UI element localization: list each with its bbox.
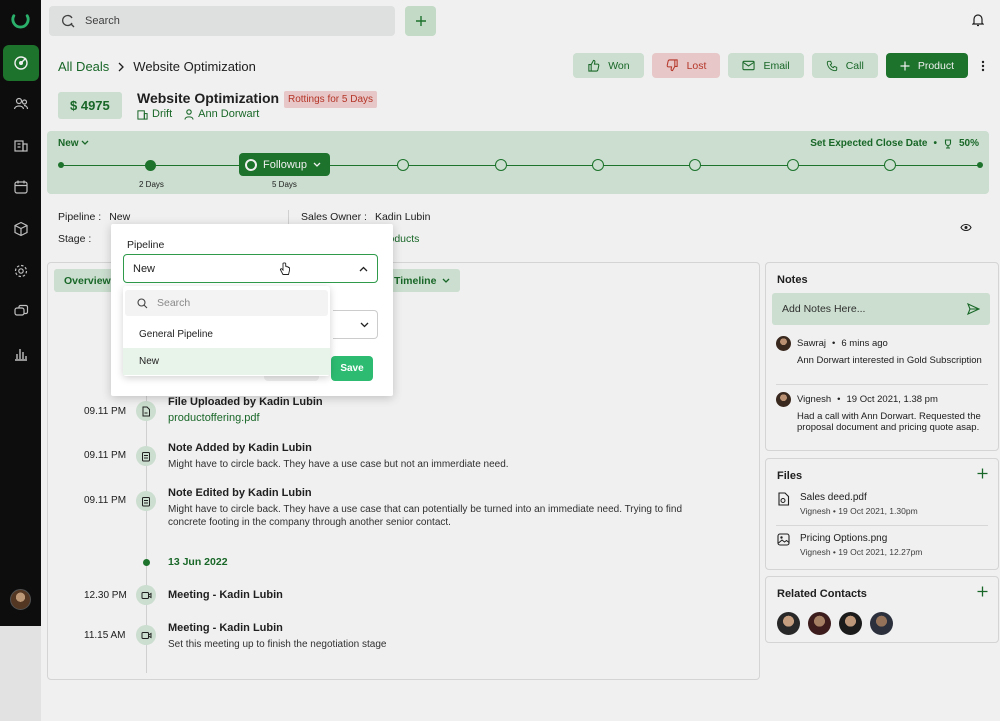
pipeline-select[interactable]: New — [123, 254, 378, 283]
chevron-up-icon — [359, 266, 368, 271]
pipeline-field-label: Pipeline — [127, 239, 165, 251]
stage-select[interactable] — [333, 310, 378, 339]
chevron-down-icon — [360, 322, 369, 327]
pipeline-dropdown: Search General Pipeline New — [123, 286, 330, 376]
dropdown-option-selected[interactable]: New — [123, 348, 330, 375]
pipeline-modal: Pipeline New Save Search General Pipelin… — [111, 224, 393, 396]
dropdown-search-input[interactable]: Search — [125, 290, 328, 316]
search-icon — [137, 297, 148, 308]
dropdown-search-placeholder: Search — [157, 297, 191, 309]
dropdown-option[interactable]: General Pipeline — [123, 321, 330, 348]
hand-cursor-icon — [280, 262, 290, 275]
save-button[interactable]: Save — [331, 356, 373, 381]
pipeline-selected: New — [133, 262, 156, 275]
